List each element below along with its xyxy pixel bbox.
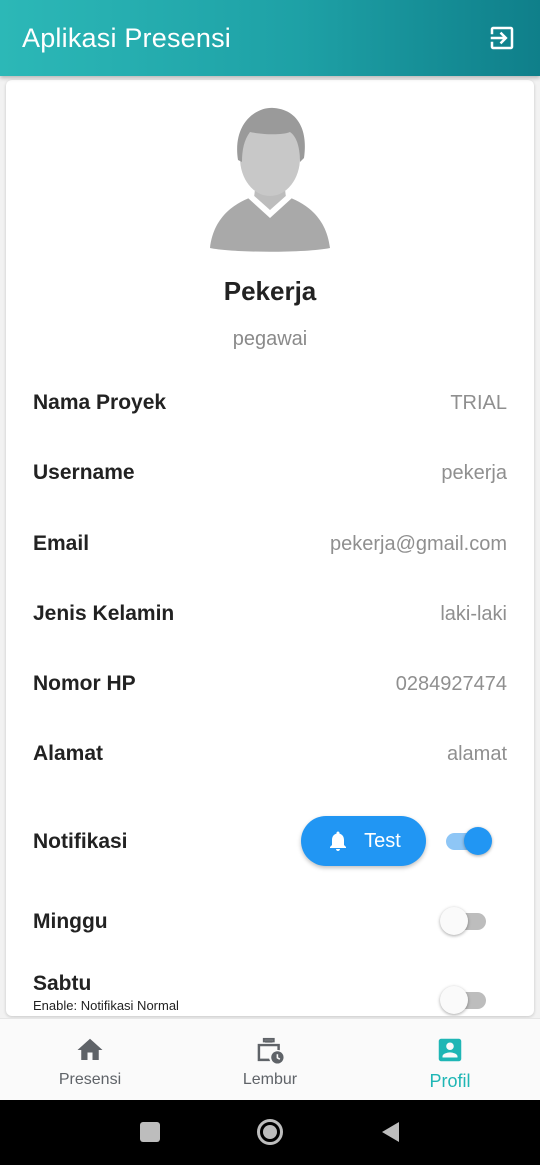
info-label: Nomor HP: [33, 672, 136, 695]
info-value: TRIAL: [450, 391, 507, 414]
info-value: alamat: [446, 742, 507, 765]
nav-label: Presensi: [58, 1071, 122, 1088]
home-button[interactable]: [256, 1118, 284, 1146]
info-row-nama-proyek: Nama Proyek TRIAL: [33, 383, 507, 423]
profile-card: Pekerja pegawai Nama Proyek TRIAL Userna…: [6, 80, 534, 1016]
test-notification-button[interactable]: Test: [301, 816, 426, 866]
info-value: pekerja: [441, 461, 507, 484]
info-label: Jenis Kelamin: [33, 602, 175, 625]
logout-icon: [490, 26, 514, 50]
back-triangle-icon: [382, 1122, 399, 1142]
system-navigation-bar: [0, 1100, 540, 1165]
app-title: Aplikasi Presensi: [22, 22, 231, 53]
recents-button[interactable]: [138, 1120, 162, 1144]
account-box-icon: [438, 1038, 462, 1062]
square-icon: [140, 1122, 160, 1142]
briefcase-clock-icon: [257, 1037, 284, 1064]
back-button[interactable]: [378, 1120, 402, 1144]
notification-toggle[interactable]: [442, 826, 492, 856]
profile-role: pegawai: [232, 328, 308, 350]
info-value: laki-laki: [440, 602, 507, 625]
info-label: Alamat: [33, 742, 104, 765]
circle-icon: [257, 1119, 283, 1145]
test-button-label: Test: [364, 829, 401, 852]
avatar: [210, 107, 330, 252]
sabtu-label: Sabtu: [33, 972, 92, 995]
minggu-toggle[interactable]: [440, 906, 490, 936]
info-row-jenis-kelamin: Jenis Kelamin laki-laki: [33, 594, 507, 634]
minggu-row: Minggu: [33, 902, 507, 942]
bottom-navigation: Presensi Lembur Profil: [0, 1018, 540, 1100]
app-bar: Aplikasi Presensi: [0, 0, 540, 76]
nav-item-presensi[interactable]: Presensi: [0, 1019, 180, 1100]
info-row-nomor-hp: Nomor HP 0284927474: [33, 664, 507, 704]
logout-button[interactable]: [482, 18, 522, 58]
profile-name: Pekerja: [223, 276, 317, 306]
info-label: Username: [33, 461, 135, 484]
info-row-email: Email pekerja@gmail.com: [33, 524, 507, 564]
info-row-username: Username pekerja: [33, 453, 507, 493]
info-label: Email: [33, 532, 90, 555]
bell-icon: [330, 831, 347, 851]
sabtu-toggle[interactable]: [440, 985, 490, 1015]
nav-item-profil[interactable]: Profil: [360, 1019, 540, 1100]
info-value: pekerja@gmail.com: [329, 532, 507, 555]
minggu-label: Minggu: [33, 910, 108, 933]
home-icon: [77, 1038, 103, 1060]
nav-label: Lembur: [242, 1071, 298, 1088]
notification-label: Notifikasi: [33, 830, 128, 853]
notification-row: Notifikasi Test: [33, 816, 507, 868]
nav-label: Profil: [429, 1071, 471, 1091]
info-row-alamat: Alamat alamat: [33, 734, 507, 774]
info-label: Nama Proyek: [33, 391, 167, 414]
nav-item-lembur[interactable]: Lembur: [180, 1019, 360, 1100]
sabtu-sublabel: Enable: Notifikasi Normal: [33, 998, 179, 1013]
info-value: 0284927474: [395, 672, 507, 695]
